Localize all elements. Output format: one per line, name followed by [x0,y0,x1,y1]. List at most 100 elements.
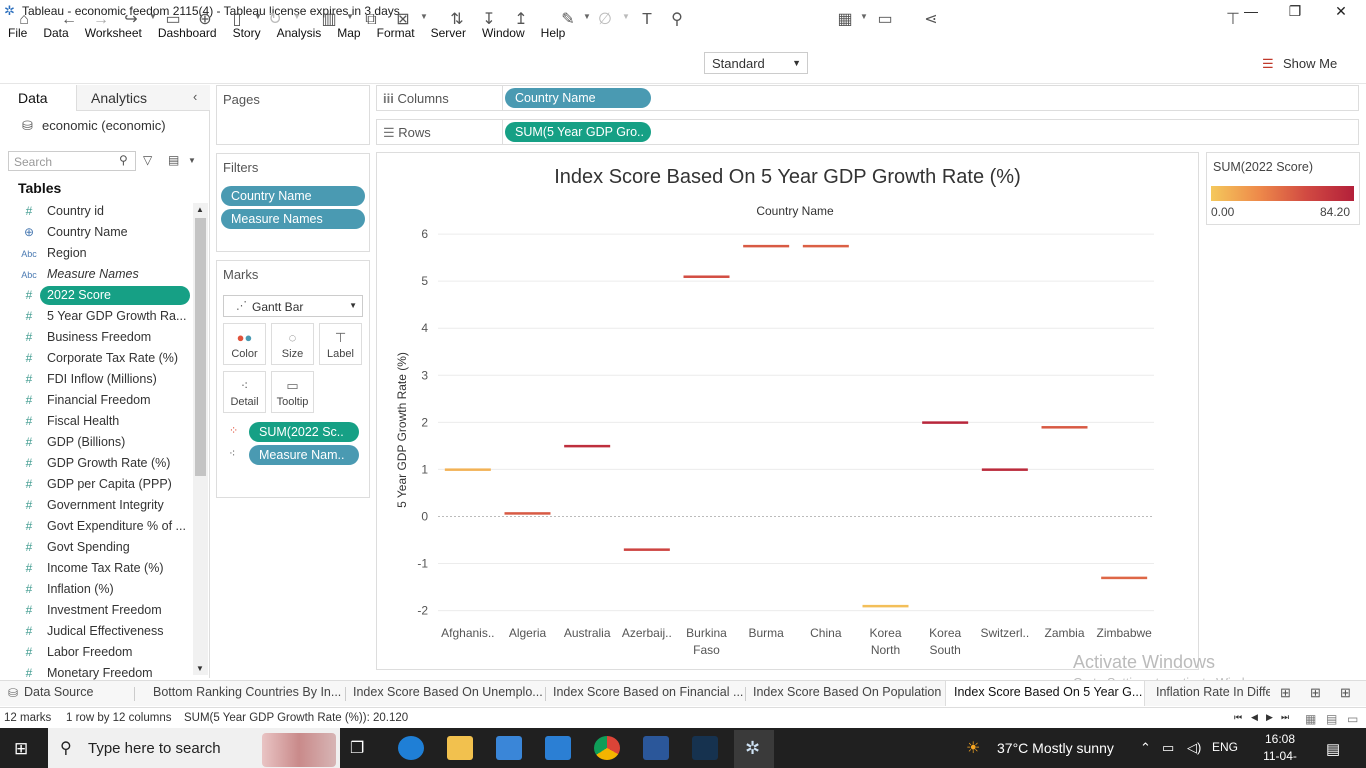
field-fdi-inflow-millions[interactable]: # FDI Inflow (Millions) [0,369,192,390]
field-fiscal-health[interactable]: # Fiscal Health [0,411,192,432]
pause-updates-icon[interactable]: ▯ [226,10,248,30]
new-datasource-tab-icon[interactable]: ⊞ [1280,685,1291,701]
language-indicator[interactable]: ENG [1212,740,1238,754]
field-labor-freedom[interactable]: # Labor Freedom [0,642,192,663]
notification-icon[interactable]: ▤ [1326,740,1340,758]
tab-inflation[interactable]: Inflation Rate In Diffe [1156,685,1270,699]
weather-text[interactable]: 37°C Mostly sunny [997,740,1114,756]
detail-button[interactable]: ⁖ Detail [223,371,266,413]
tabs-view-icon[interactable]: ▭ [1347,712,1358,726]
chevron-down-icon[interactable]: ▼ [346,12,354,21]
chevron-down-icon[interactable]: ▼ [622,12,630,21]
network-icon[interactable]: ▭ [1162,740,1174,756]
scroll-down-icon[interactable]: ▼ [196,664,204,673]
field-corporate-tax-rate[interactable]: # Corporate Tax Rate (%) [0,348,192,369]
field-2022-score[interactable]: #2022 Score [0,285,192,306]
search-input[interactable]: Search [8,151,136,171]
field-gdp-per-capita-ppp[interactable]: # GDP per Capita (PPP) [0,474,192,495]
fix-axes-icon[interactable]: ⚲ [666,10,688,30]
rows-pill-gdp-growth[interactable]: SUM(5 Year GDP Gro.. [505,122,651,142]
tab-data-source[interactable]: Data Source [24,685,134,699]
field-investment-freedom[interactable]: # Investment Freedom [0,600,192,621]
format-painter-icon[interactable]: ⊤ [1222,10,1244,30]
field-govt-spending[interactable]: # Govt Spending [0,537,192,558]
home-icon[interactable]: ⌂ [13,10,35,30]
volume-icon[interactable]: ◁) [1187,740,1201,756]
share-icon[interactable]: ⋖ [920,10,942,30]
field-5-year-gdp-growth-ra[interactable]: #5 Year GDP Growth Ra... [0,306,192,327]
taskbar-clock[interactable]: 16:08 11-04-2023 [1252,731,1308,768]
chrome-icon[interactable] [594,736,620,760]
save-icon[interactable]: ▭ [162,10,184,30]
filters-card[interactable]: Filters Country Name Measure Names [216,153,370,252]
clear-sheet-icon[interactable]: ⊠ [392,10,414,30]
mark-pill-measure-names[interactable]: Measure Nam.. [249,445,359,465]
field-gdp-billions[interactable]: # GDP (Billions) [0,432,192,453]
word-icon[interactable] [643,736,669,760]
pages-card[interactable]: Pages [216,85,370,145]
tab-5-year-gdp[interactable]: Index Score Based On 5 Year G... [945,681,1145,706]
replay-icon[interactable]: ↪ [120,10,142,30]
label-button[interactable]: ⊤ Label [319,323,362,365]
new-datasource-icon[interactable]: ⊕ [194,10,216,30]
sort-ascending-icon[interactable]: ↧ [478,10,500,30]
field-country-id[interactable]: # Country id [0,201,192,222]
tab-data[interactable]: Data [0,85,76,111]
close-icon[interactable]: ✕ [1318,0,1364,22]
new-dashboard-icon[interactable]: ⊞ [1310,685,1321,701]
store-icon[interactable] [496,736,522,760]
columns-pill-country-name[interactable]: Country Name [505,88,651,108]
filter-pill-measure-names[interactable]: Measure Names [221,209,365,229]
size-button[interactable]: ◌ Size [271,323,314,365]
group-icon[interactable]: ∅ [594,10,616,30]
first-page-icon[interactable]: ⏮ [1234,712,1242,723]
tab-population[interactable]: Index Score Based On Population [753,685,943,699]
labels-icon[interactable]: T [636,10,658,30]
field-income-tax-rate[interactable]: # Income Tax Rate (%) [0,558,192,579]
show-cards-icon[interactable]: ▦ [834,10,856,30]
sheet-sorter-icon[interactable]: ▦ [1305,712,1316,726]
filter-icon[interactable]: ▽ [143,153,152,167]
mark-type-select[interactable]: ⋰ Gantt Bar ▼ [223,295,363,317]
sort-descending-icon[interactable]: ↥ [510,10,532,30]
rows-shelf[interactable]: ☰ Rows SUM(5 Year GDP Gro.. [376,119,1359,145]
field-region[interactable]: Abc Region [0,243,192,264]
tray-expand-icon[interactable]: ⌃ [1140,740,1151,756]
field-financial-freedom[interactable]: # Financial Freedom [0,390,192,411]
field-judical-effectiveness[interactable]: # Judical Effectiveness [0,621,192,642]
field-business-freedom[interactable]: # Business Freedom [0,327,192,348]
duplicate-sheet-icon[interactable]: ⧉ [360,10,382,30]
task-view-icon[interactable]: ❐ [350,738,364,758]
file-explorer-icon[interactable] [447,736,473,760]
new-story-icon[interactable]: ⊞ [1340,685,1351,701]
presentation-mode-icon[interactable]: ▭ [874,10,896,30]
restore-icon[interactable]: ❐ [1272,0,1318,22]
undo-icon[interactable]: ← [58,10,80,30]
chevron-down-icon[interactable]: ▼ [293,12,301,21]
chevron-down-icon[interactable]: ▼ [149,12,157,21]
next-page-icon[interactable]: ▶ [1266,712,1273,723]
prev-page-icon[interactable]: ◀ [1251,712,1258,723]
last-page-icon[interactable]: ⏭ [1281,712,1289,723]
color-button[interactable]: ●● Color [223,323,266,365]
windows-start-icon[interactable]: ⊞ [14,739,28,759]
field-inflation[interactable]: # Inflation (%) [0,579,192,600]
tooltip-button[interactable]: ▭ Tooltip [271,371,314,413]
refresh-icon[interactable]: ↻ [264,10,286,30]
columns-shelf[interactable]: iii Columns Country Name [376,85,1359,111]
tab-analytics[interactable]: Analytics [76,85,210,111]
show-me-button[interactable]: Show Me [1283,56,1337,71]
highlight-icon[interactable]: ✎ [557,10,579,30]
scroll-up-icon[interactable]: ▲ [196,205,204,214]
scrollbar-thumb[interactable] [195,218,206,476]
chevron-down-icon[interactable]: ▼ [254,12,262,21]
chevron-down-icon[interactable]: ▼ [420,12,428,21]
new-worksheet-icon[interactable]: ▥ [318,10,340,30]
filter-pill-country-name[interactable]: Country Name [221,186,365,206]
field-government-integrity[interactable]: # Government Integrity [0,495,192,516]
tab-financial[interactable]: Index Score Based on Financial ... [553,685,745,699]
filmstrip-icon[interactable]: ▤ [1326,712,1337,726]
tab-unemployment[interactable]: Index Score Based On Unemplo... [353,685,545,699]
field-country-name[interactable]: ⊕ Country Name [0,222,192,243]
chevron-down-icon[interactable]: ▼ [188,156,196,165]
